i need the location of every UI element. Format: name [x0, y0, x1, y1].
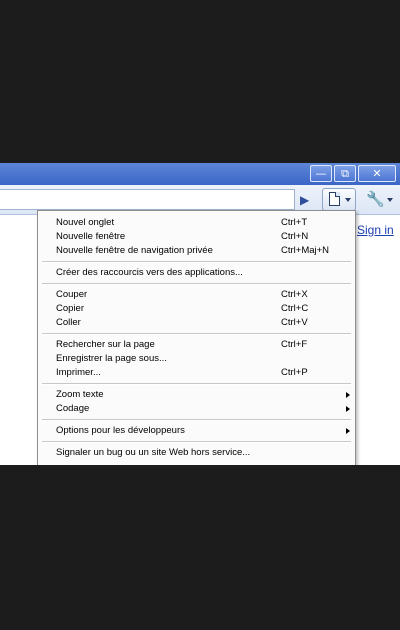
menu-item-shortcut: Ctrl+X — [281, 289, 308, 300]
menu-item-find[interactable]: Rechercher sur la page Ctrl+F — [38, 338, 355, 352]
menu-item-label: Options pour les développeurs — [56, 425, 185, 436]
menu-item-shortcut: Ctrl+Maj+N — [281, 245, 330, 256]
menu-item-label: Créer des raccourcis vers des applicatio… — [56, 267, 243, 278]
menu-item-label: Zoom texte — [56, 389, 104, 400]
wrench-icon: 🔧 — [366, 190, 385, 208]
menu-item-create-app-shortcuts[interactable]: Créer des raccourcis vers des applicatio… — [38, 266, 355, 280]
submenu-arrow-icon — [346, 392, 350, 398]
wrench-menu-button[interactable]: 🔧 — [364, 190, 396, 210]
menu-item-label: Enregistrer la page sous... — [56, 353, 167, 364]
sign-in-link[interactable]: Sign in — [357, 223, 394, 237]
page-menu-button[interactable] — [322, 188, 356, 211]
menu-separator — [42, 441, 351, 443]
menu-item-developer-options[interactable]: Options pour les développeurs — [38, 424, 355, 438]
menu-item-label: Nouvelle fenêtre — [56, 231, 126, 242]
menu-item-label: Rechercher sur la page — [56, 339, 155, 350]
menu-item-text-zoom[interactable]: Zoom texte — [38, 388, 355, 402]
menu-item-copy[interactable]: Copier Ctrl+C — [38, 302, 355, 316]
title-bar: — ⧉ ✕ — [0, 163, 400, 185]
menu-item-cut[interactable]: Couper Ctrl+X — [38, 288, 355, 302]
page-dropdown-menu: Nouvel onglet Ctrl+T Nouvelle fenêtre Ct… — [37, 210, 356, 465]
maximize-button[interactable]: ⧉ — [334, 165, 356, 182]
menu-item-shortcut: Ctrl+T — [281, 217, 308, 228]
menu-item-label: Copier — [56, 303, 84, 314]
menu-item-label: Nouvelle fenêtre de navigation privée — [56, 245, 213, 256]
menu-item-shortcut: Ctrl+P — [281, 367, 308, 378]
close-button[interactable]: ✕ — [358, 165, 396, 182]
menu-separator — [42, 333, 351, 335]
menu-item-shortcut: Ctrl+V — [281, 317, 308, 328]
menu-item-shortcut: Ctrl+C — [281, 303, 309, 314]
menu-item-label: Coller — [56, 317, 81, 328]
page-icon — [329, 192, 340, 206]
menu-item-label: Couper — [56, 289, 88, 300]
chevron-down-icon — [387, 198, 393, 202]
chevron-down-icon — [345, 198, 351, 202]
menu-item-save-page-as[interactable]: Enregistrer la page sous... — [38, 352, 355, 366]
menu-item-new-tab[interactable]: Nouvel onglet Ctrl+T — [38, 216, 355, 230]
menu-separator — [42, 261, 351, 263]
menu-item-new-incognito-window[interactable]: Nouvelle fenêtre de navigation privée Ct… — [38, 244, 355, 258]
menu-item-label: Nouvel onglet — [56, 217, 115, 228]
menu-item-report-bug[interactable]: Signaler un bug ou un site Web hors serv… — [38, 446, 355, 460]
menu-item-label: Codage — [56, 403, 90, 414]
menu-separator — [42, 383, 351, 385]
menu-item-paste[interactable]: Coller Ctrl+V — [38, 316, 355, 330]
menu-separator — [42, 283, 351, 285]
menu-item-encoding[interactable]: Codage — [38, 402, 355, 416]
menu-separator — [42, 419, 351, 421]
address-bar[interactable] — [0, 189, 295, 210]
menu-item-shortcut: Ctrl+N — [281, 231, 309, 242]
menu-item-label: Imprimer... — [56, 367, 101, 378]
menu-item-label: Signaler un bug ou un site Web hors serv… — [56, 447, 251, 458]
menu-item-new-window[interactable]: Nouvelle fenêtre Ctrl+N — [38, 230, 355, 244]
menu-item-print[interactable]: Imprimer... Ctrl+P — [38, 366, 355, 380]
submenu-arrow-icon — [346, 406, 350, 412]
go-icon[interactable]: ▶ — [300, 192, 314, 208]
browser-window: — ⧉ ✕ ▶ 🔧 Sign in Nouvel onglet Ctrl+T N… — [0, 163, 400, 465]
submenu-arrow-icon — [346, 428, 350, 434]
menu-item-shortcut: Ctrl+F — [281, 339, 308, 350]
minimize-button[interactable]: — — [310, 165, 332, 182]
